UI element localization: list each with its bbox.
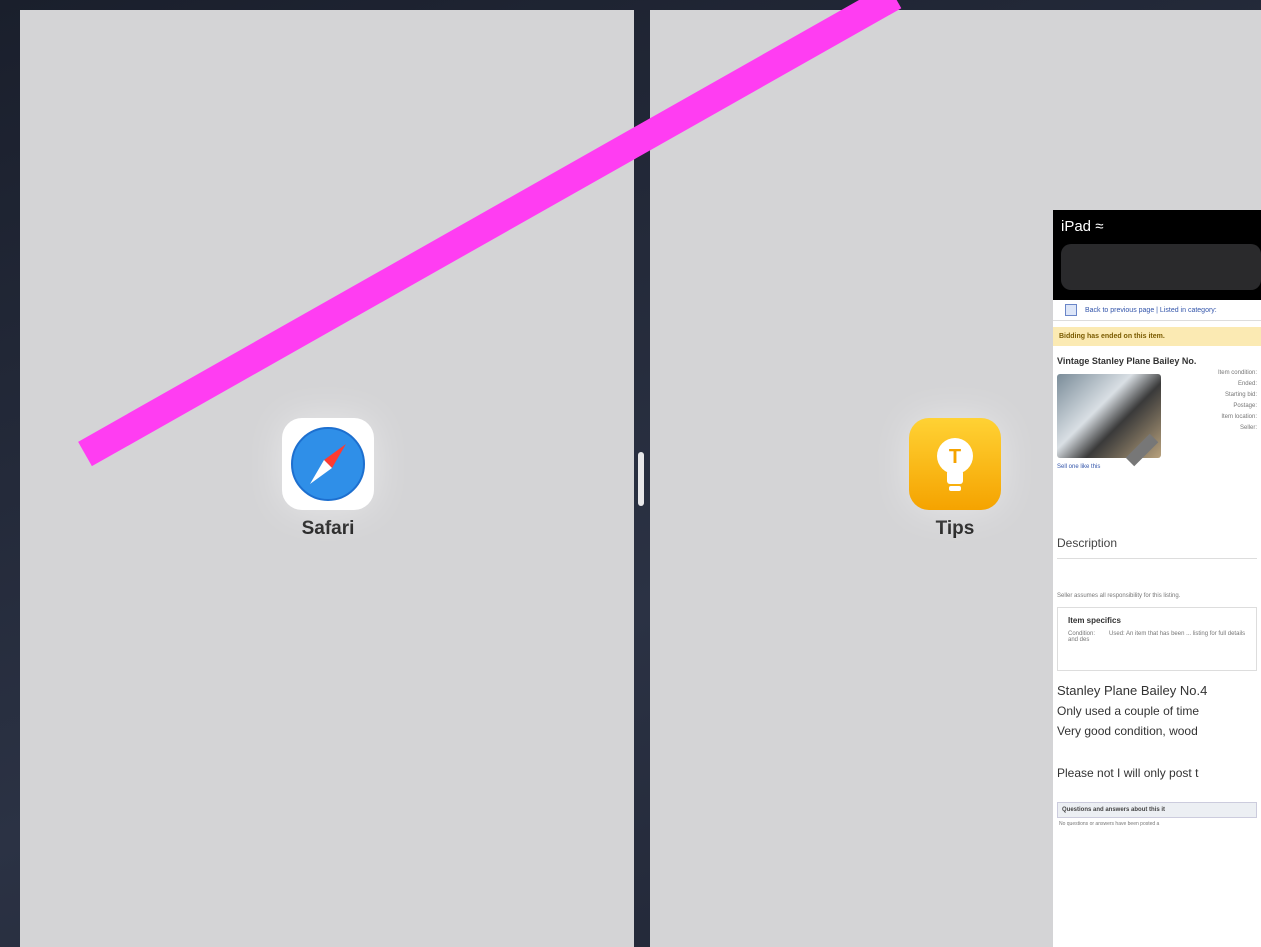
body-line: Only used a couple of time: [1057, 704, 1200, 718]
item-title: Vintage Stanley Plane Bailey No.: [1057, 356, 1197, 366]
body-line: Please not I will only post t: [1057, 766, 1199, 780]
ebay-listing: Back to previous page | Listed in catego…: [1053, 300, 1261, 830]
questions-answers-note: No questions or answers have been posted…: [1059, 821, 1160, 827]
body-line: Stanley Plane Bailey No.4: [1057, 683, 1208, 698]
condition-row: Condition: Used: An item that has been ..…: [1068, 631, 1246, 643]
questions-answers-heading[interactable]: Questions and answers about this it: [1057, 802, 1257, 818]
body-line: Very good condition, wood: [1057, 724, 1198, 738]
split-divider-handle[interactable]: [638, 452, 644, 506]
svg-text:T: T: [949, 446, 961, 468]
sell-one-like-this-link[interactable]: Sell one like this: [1053, 458, 1261, 476]
lightbulb-icon: T: [909, 418, 1001, 510]
item-specifics-heading: Item specifics: [1068, 616, 1121, 625]
description-heading: Description: [1057, 536, 1257, 559]
item-details: Item condition: Ended: Starting bid: Pos…: [1217, 370, 1257, 431]
ipad-app-window[interactable]: iPad ≈ Back to previous page | Listed in…: [1053, 210, 1261, 947]
item-photo[interactable]: [1057, 374, 1161, 467]
address-bar[interactable]: [1061, 244, 1261, 290]
back-arrow-icon[interactable]: [1065, 304, 1077, 316]
safari-label: Safari: [301, 518, 355, 539]
status-bar: iPad ≈: [1053, 210, 1261, 300]
seller-note: Seller assumes all responsibility for th…: [1057, 593, 1181, 599]
carrier-label: iPad ≈: [1061, 218, 1104, 235]
wifi-icon: ≈: [1095, 218, 1104, 235]
safari-app-placeholder[interactable]: Safari: [268, 418, 388, 540]
tips-label: Tips: [935, 518, 975, 539]
breadcrumb[interactable]: Back to previous page | Listed in catego…: [1053, 300, 1261, 321]
item-specifics-box: Item specifics Condition: Used: An item t…: [1057, 607, 1257, 671]
tips-app-placeholder[interactable]: T Tips: [895, 418, 1015, 540]
bidding-ended-notice: Bidding has ended on this item.: [1053, 327, 1261, 346]
safari-compass-icon: [282, 418, 374, 510]
